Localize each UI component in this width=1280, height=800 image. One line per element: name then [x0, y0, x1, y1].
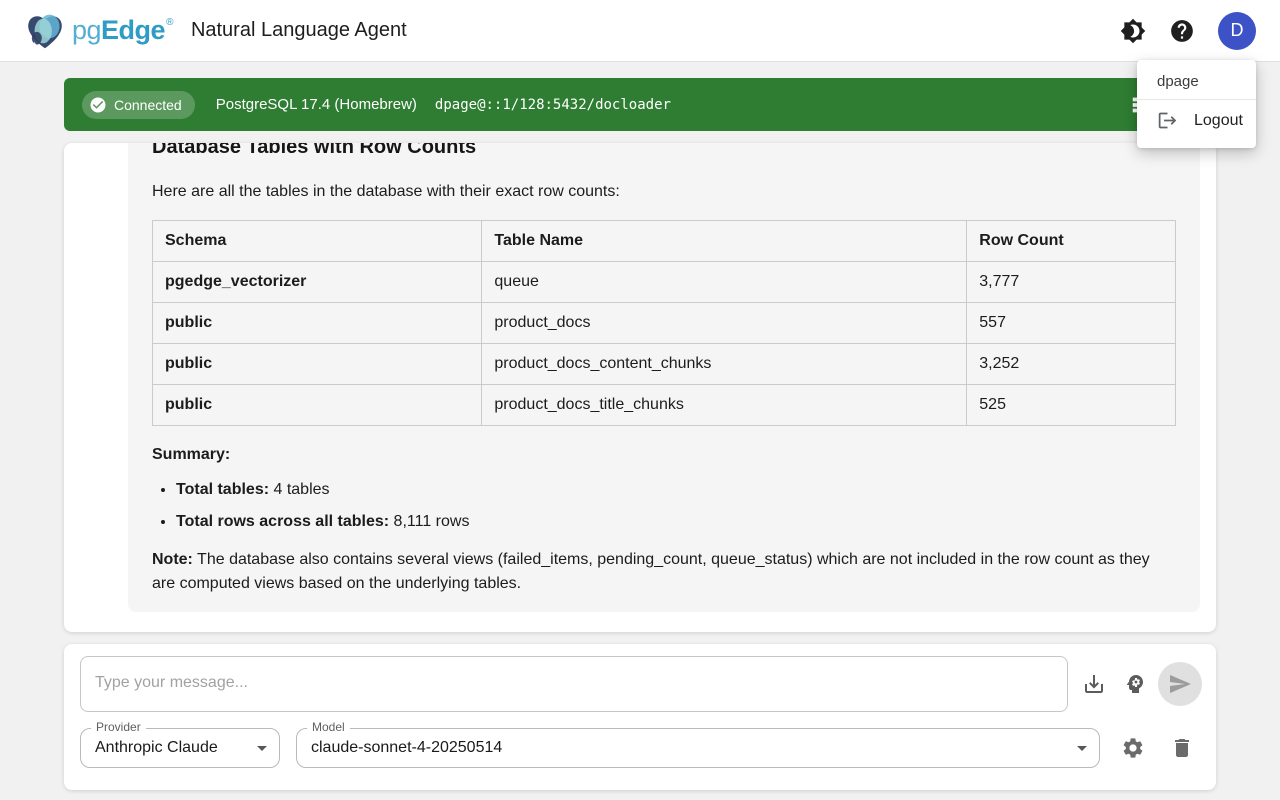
table-row: public product_docs_title_chunks 525 [153, 385, 1176, 426]
logout-icon [1157, 110, 1178, 131]
download-button[interactable] [1082, 672, 1106, 699]
settings-button[interactable] [1121, 736, 1145, 763]
provider-select[interactable]: Provider Anthropic Claude [80, 728, 280, 768]
cell-table-name: product_docs_content_chunks [482, 344, 967, 385]
table-row: public product_docs 557 [153, 303, 1176, 344]
app-header: pgEdge® Natural Language Agent D [0, 0, 1280, 62]
clear-chat-button[interactable] [1170, 736, 1194, 763]
cell-schema: public [153, 385, 482, 426]
table-header-row: Schema Table Name Row Count [153, 221, 1176, 262]
help-icon [1169, 18, 1195, 44]
summary-label: Summary: [152, 443, 1176, 466]
message-intro: Here are all the tables in the database … [152, 180, 1176, 203]
page-title: Natural Language Agent [191, 19, 407, 42]
table-row: public product_docs_content_chunks 3,252 [153, 344, 1176, 385]
trash-icon [1170, 736, 1194, 760]
chevron-down-icon [250, 736, 274, 760]
column-header-table-name: Table Name [482, 221, 967, 262]
connection-status-bar: Connected PostgreSQL 17.4 (Homebrew) dpa… [64, 78, 1216, 131]
check-circle-icon [89, 96, 107, 114]
gear-icon [1121, 736, 1145, 760]
results-table: Schema Table Name Row Count pgedge_vecto… [152, 220, 1176, 426]
theme-toggle-button[interactable] [1120, 18, 1146, 44]
chat-messages-panel[interactable]: Database Tables with Row Counts Here are… [64, 143, 1216, 632]
model-select-value: claude-sonnet-4-20250514 [297, 729, 1099, 767]
message-input[interactable] [80, 656, 1068, 712]
cell-table-name: product_docs_title_chunks [482, 385, 967, 426]
list-item: Total tables: 4 tables [176, 480, 1176, 500]
connection-string: dpage@::1/128:5432/docloader [435, 97, 671, 113]
connection-status-badge: Connected [82, 91, 195, 119]
download-icon [1082, 672, 1106, 696]
user-menu: dpage Logout [1137, 60, 1256, 148]
message-note: Note: The database also contains several… [152, 548, 1176, 596]
cell-table-name: queue [482, 262, 967, 303]
menu-item-logout[interactable]: Logout [1137, 100, 1256, 142]
cell-row-count: 557 [967, 303, 1176, 344]
cell-row-count: 525 [967, 385, 1176, 426]
pgedge-logo-mark [22, 11, 68, 51]
cell-table-name: product_docs [482, 303, 967, 344]
message-heading: Database Tables with Row Counts [152, 143, 1176, 159]
pgedge-logo-text: pgEdge® [72, 17, 173, 44]
user-avatar[interactable]: D [1218, 12, 1256, 50]
pgedge-logo: pgEdge® [22, 11, 173, 51]
thinking-toggle-button[interactable] [1123, 672, 1147, 699]
composer-panel: Provider Anthropic Claude Model claude-s… [64, 644, 1216, 790]
cell-row-count: 3,252 [967, 344, 1176, 385]
table-row: pgedge_vectorizer queue 3,777 [153, 262, 1176, 303]
logout-label: Logout [1194, 112, 1243, 130]
cell-row-count: 3,777 [967, 262, 1176, 303]
connection-status-label: Connected [114, 97, 182, 113]
send-button[interactable] [1158, 662, 1202, 706]
assistant-message: Database Tables with Row Counts Here are… [128, 143, 1200, 612]
model-select-label: Model [307, 720, 350, 734]
send-icon [1168, 672, 1192, 696]
cell-schema: public [153, 344, 482, 385]
provider-select-label: Provider [91, 720, 146, 734]
summary-list: Total tables: 4 tables Total rows across… [152, 480, 1176, 532]
cell-schema: public [153, 303, 482, 344]
model-select[interactable]: Model claude-sonnet-4-20250514 [296, 728, 1100, 768]
list-item: Total rows across all tables: 8,111 rows [176, 512, 1176, 532]
user-menu-username: dpage [1137, 66, 1256, 99]
brightness-icon [1120, 18, 1146, 44]
column-header-schema: Schema [153, 221, 482, 262]
column-header-row-count: Row Count [967, 221, 1176, 262]
help-button[interactable] [1169, 18, 1195, 44]
server-version-label: PostgreSQL 17.4 (Homebrew) [216, 96, 417, 113]
header-actions: D [1120, 12, 1256, 50]
psychology-icon [1123, 672, 1147, 696]
cell-schema: pgedge_vectorizer [153, 262, 482, 303]
chevron-down-icon [1070, 736, 1094, 760]
